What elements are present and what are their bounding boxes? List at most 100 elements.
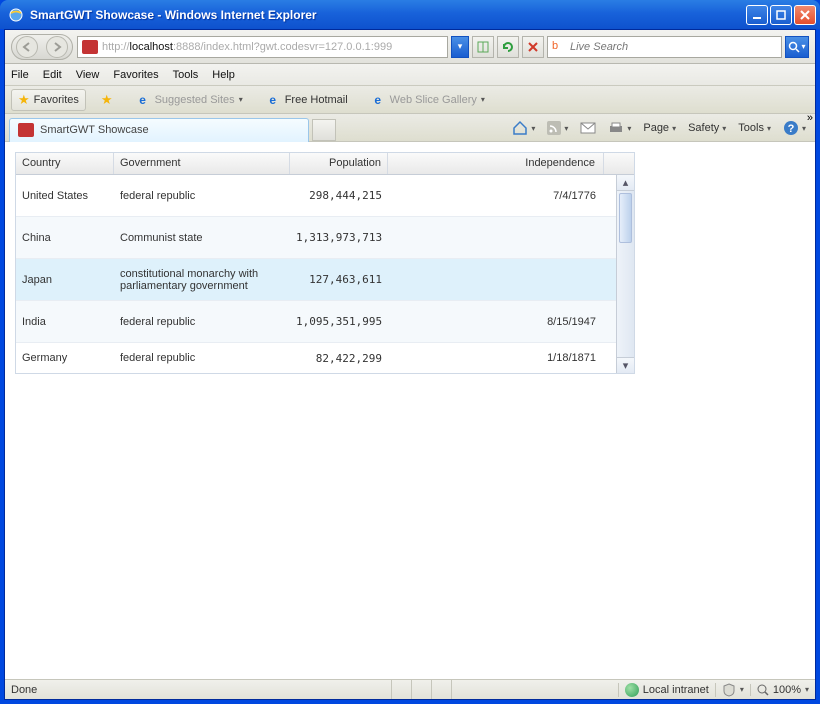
table-row[interactable]: Germany federal republic 82,422,299 1/18… [16,343,634,373]
zoom-control[interactable]: 100% ▾ [750,684,809,696]
refresh-button[interactable] [497,36,519,58]
status-separators [391,680,471,699]
nav-buttons [11,34,73,60]
chevron-up-icon: ▴ [623,176,629,189]
minimize-button[interactable] [746,5,768,25]
window-title: SmartGWT Showcase - Windows Internet Exp… [30,8,746,22]
zoom-value: 100% [773,684,801,696]
ie-icon: e [265,92,281,108]
cell-independence: 1/18/1871 [388,348,604,368]
favorites-button[interactable]: ★ Favorites [11,89,86,111]
table-row[interactable]: United States federal republic 298,444,2… [16,175,634,217]
forward-button[interactable] [46,36,68,58]
grid-body: United States federal republic 298,444,2… [16,175,634,373]
compatibility-button[interactable] [472,36,494,58]
back-button[interactable] [16,36,38,58]
col-independence[interactable]: Independence [388,153,604,174]
zoom-icon [757,684,769,696]
ie-icon: e [370,92,386,108]
page-menu[interactable]: Page ▾ [640,120,679,136]
search-button[interactable]: ▾ [785,36,809,58]
chevron-down-icon: ▾ [802,124,806,133]
cell-population: 1,095,351,995 [290,311,388,332]
web-slice-link[interactable]: e Web Slice Gallery ▾ [363,89,492,111]
col-scroll-spacer [604,153,622,174]
chevron-down-icon: ▾ [801,42,805,51]
menu-file[interactable]: File [11,69,29,81]
cell-independence: 7/4/1776 [388,186,604,206]
cell-government: federal republic [114,186,290,206]
add-favorite-button[interactable]: ★ [94,89,120,111]
feeds-button[interactable]: ▾ [544,119,571,137]
star-add-icon: ★ [101,92,113,108]
cell-independence [388,276,604,284]
ie-icon: e [135,92,151,108]
hotmail-label: Free Hotmail [285,94,348,106]
scroll-down-button[interactable]: ▾ [617,357,634,373]
scroll-up-button[interactable]: ▴ [617,175,634,191]
maximize-button[interactable] [770,5,792,25]
protected-mode-button[interactable]: ▾ [715,683,744,697]
print-button[interactable]: ▾ [605,119,634,137]
safety-menu[interactable]: Safety ▾ [685,120,729,136]
url-host: localhost [130,41,173,53]
help-icon: ? [783,120,799,136]
menu-edit[interactable]: Edit [43,69,62,81]
table-row[interactable]: Japan constitutional monarchy with parli… [16,259,634,301]
forward-arrow-icon [51,41,63,53]
safety-label: Safety [688,122,719,134]
help-button[interactable]: ? ▾ [780,118,809,138]
cell-government: constitutional monarchy with parliamenta… [114,264,290,296]
menu-favorites[interactable]: Favorites [113,69,158,81]
address-bar[interactable]: http:// localhost :8888/index.html?gwt.c… [77,36,448,58]
menu-tools[interactable]: Tools [173,69,199,81]
country-grid: Country Government Population Independen… [15,152,635,374]
chevron-down-icon: ▾ [627,124,631,133]
menu-help[interactable]: Help [212,69,235,81]
free-hotmail-link[interactable]: e Free Hotmail [258,89,355,111]
url-scheme: http:// [102,41,130,53]
stop-icon [527,41,539,53]
cell-government: federal republic [114,312,290,332]
menu-view[interactable]: View [76,69,100,81]
svg-text:?: ? [788,123,795,135]
chevron-down-icon: ▾ [805,685,809,694]
chevron-down-icon: ▾ [767,124,771,133]
scroll-thumb[interactable] [619,193,632,243]
tab-smartgwt-showcase[interactable]: SmartGWT Showcase [9,118,309,142]
status-bar: Done Local intranet ▾ 100% ▾ [5,679,815,699]
url-path: :8888/index.html?gwt.codesvr=127.0.0.1:9… [173,41,392,53]
col-country[interactable]: Country [16,153,114,174]
cell-government: Communist state [114,228,290,248]
address-dropdown[interactable]: ▾ [451,36,469,58]
page-content: Country Government Population Independen… [5,142,815,679]
star-icon: ★ [18,92,30,108]
search-box[interactable]: b Live Search [547,36,782,58]
grid-scrollbar[interactable]: ▴ ▾ [616,175,634,373]
stop-button[interactable] [522,36,544,58]
mail-button[interactable] [577,120,599,136]
table-row[interactable]: India federal republic 1,095,351,995 8/1… [16,301,634,343]
site-icon [82,40,98,54]
favorites-bar: ★ Favorites ★ e Suggested Sites ▾ e Free… [5,86,815,114]
cell-population: 82,422,299 [290,348,388,369]
cell-government: federal republic [114,348,290,368]
table-row[interactable]: China Communist state 1,313,973,713 [16,217,634,259]
favorites-label: Favorites [34,94,79,106]
overflow-chevron-icon[interactable]: » [807,112,813,124]
col-population[interactable]: Population [290,153,388,174]
home-button[interactable]: ▾ [509,118,538,138]
security-zone[interactable]: Local intranet [618,683,709,697]
tab-label: SmartGWT Showcase [40,124,149,136]
home-icon [512,120,528,136]
suggested-sites-link[interactable]: e Suggested Sites ▾ [128,89,250,111]
close-button[interactable] [794,5,816,25]
cell-country: United States [16,186,114,206]
col-government[interactable]: Government [114,153,290,174]
chevron-down-icon: ▾ [623,359,629,372]
navigation-bar: http:// localhost :8888/index.html?gwt.c… [5,30,815,64]
cell-population: 127,463,611 [290,269,388,290]
new-tab-button[interactable] [312,119,336,141]
package-icon [18,123,34,137]
tools-menu[interactable]: Tools ▾ [735,120,774,136]
